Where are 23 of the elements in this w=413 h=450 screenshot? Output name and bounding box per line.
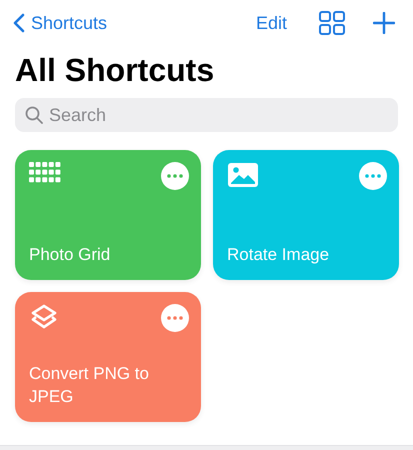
back-button[interactable]: Shortcuts (7, 12, 114, 34)
shortcut-name: Photo Grid (29, 244, 112, 266)
add-button[interactable] (373, 12, 395, 34)
grid-view-icon (319, 11, 345, 35)
ellipsis-icon (167, 316, 183, 320)
grid-icon (29, 162, 61, 184)
ellipsis-icon (365, 174, 381, 178)
ellipsis-icon (167, 174, 183, 178)
image-icon (227, 162, 259, 188)
shortcut-card[interactable]: Rotate Image (213, 150, 399, 280)
shortcut-card[interactable]: Photo Grid (15, 150, 201, 280)
shortcut-name: Rotate Image (227, 244, 330, 266)
more-button[interactable] (359, 162, 387, 190)
edit-button[interactable]: Edit (256, 12, 287, 34)
more-button[interactable] (161, 162, 189, 190)
more-button[interactable] (161, 304, 189, 332)
shortcut-card[interactable]: Convert PNG to JPEG (15, 292, 201, 422)
back-chevron-icon (13, 13, 25, 33)
page-title: All Shortcuts (15, 54, 216, 86)
grid-view-button[interactable] (319, 11, 345, 35)
search-field[interactable]: Search (15, 98, 398, 132)
plus-icon (373, 12, 395, 34)
shortcut-name: Convert PNG to JPEG (29, 363, 150, 408)
